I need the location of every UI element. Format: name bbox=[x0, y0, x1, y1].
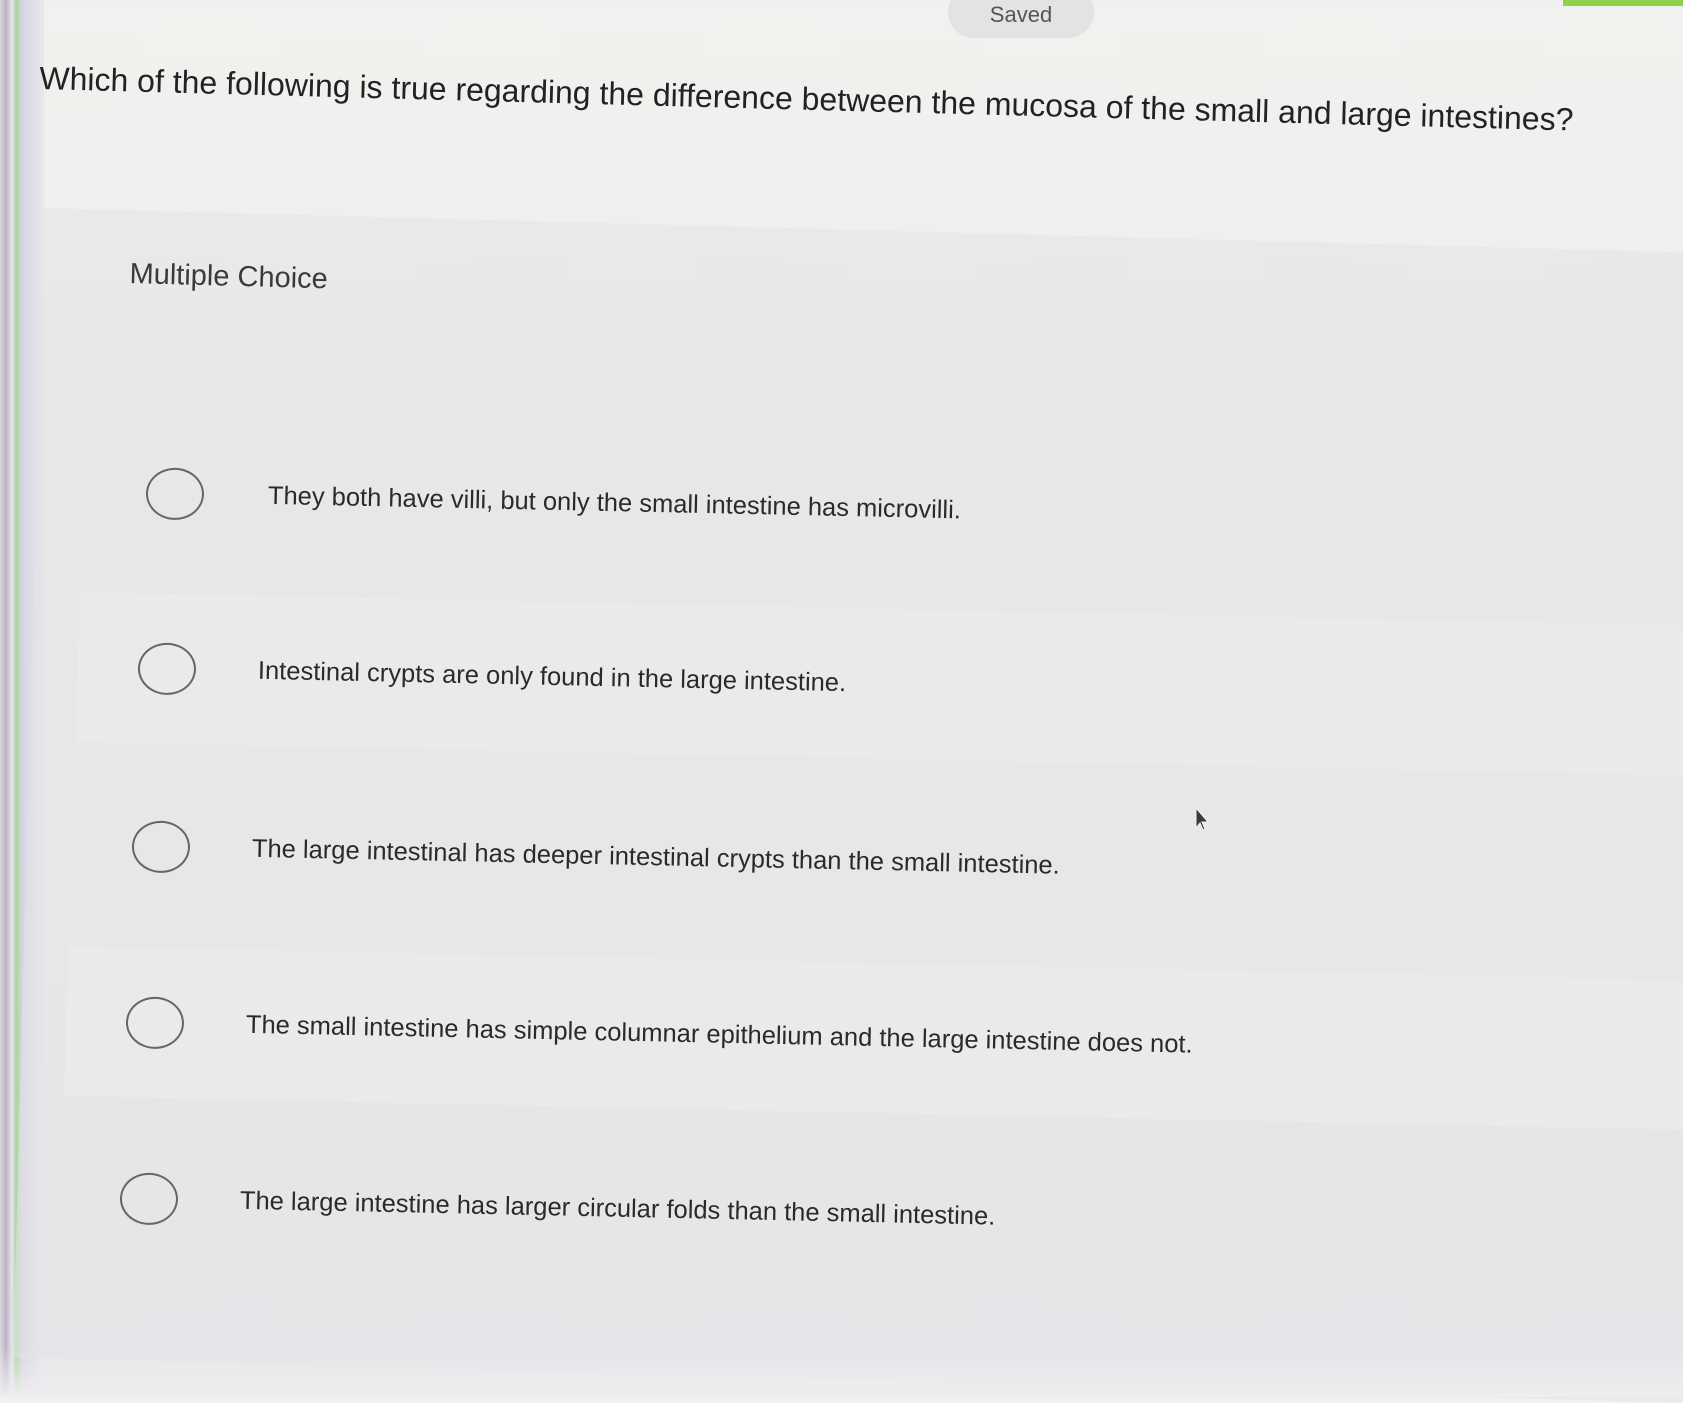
radio-button-icon[interactable] bbox=[119, 1172, 179, 1226]
answer-option-3[interactable]: The large intestinal has deeper intestin… bbox=[70, 770, 1683, 954]
answer-option-text: Intestinal crypts are only found in the … bbox=[257, 656, 847, 697]
answer-option-1[interactable]: They both have villi, but only the small… bbox=[82, 417, 1683, 601]
answer-option-text: They both have villi, but only the small… bbox=[267, 481, 962, 524]
radio-button-icon[interactable] bbox=[131, 820, 191, 874]
answer-option-5[interactable]: The large intestine has larger circular … bbox=[58, 1122, 1683, 1306]
radio-button-icon[interactable] bbox=[137, 642, 197, 696]
answer-option-2[interactable]: Intestinal crypts are only found in the … bbox=[76, 592, 1683, 777]
answer-option-text: The large intestinal has deeper intestin… bbox=[251, 834, 1061, 880]
answer-option-text: The large intestine has larger circular … bbox=[239, 1186, 996, 1231]
radio-button-icon[interactable] bbox=[125, 996, 185, 1050]
answer-option-4[interactable]: The small intestine has simple columnar … bbox=[64, 946, 1683, 1131]
page-bottom-edge bbox=[0, 1347, 1683, 1397]
answer-options-list: They both have villi, but only the small… bbox=[0, 0, 1683, 1397]
radio-button-icon[interactable] bbox=[145, 467, 205, 521]
answer-option-text: The small intestine has simple columnar … bbox=[245, 1010, 1193, 1059]
